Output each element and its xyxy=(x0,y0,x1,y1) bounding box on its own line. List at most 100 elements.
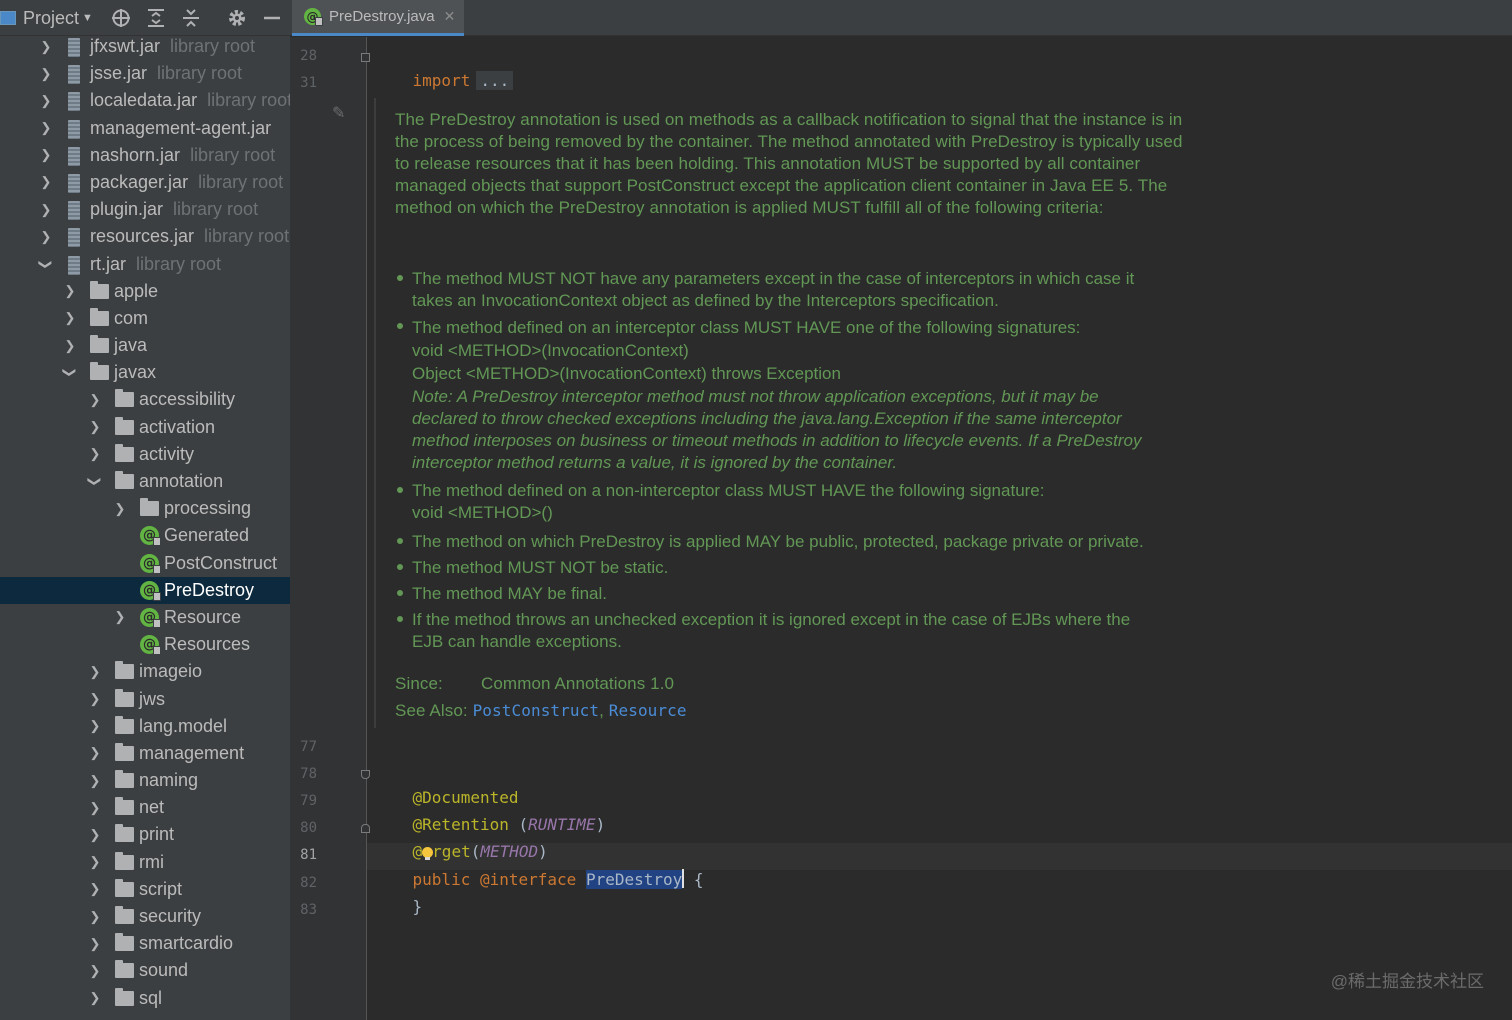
tree-item-com[interactable]: ❯ com xyxy=(0,305,290,332)
editor-area: @ PreDestroy.java ✕ 28 31 ✎ 77 78 79 80 … xyxy=(290,0,1512,1020)
tree-item-imageio[interactable]: ❯ imageio xyxy=(0,658,290,685)
tree-item-text: management-agent.jar xyxy=(90,115,271,142)
tree-item-annotation[interactable]: ❯ annotation xyxy=(0,468,290,495)
folder-icon xyxy=(115,933,134,952)
tree-item-apple[interactable]: ❯ apple xyxy=(0,278,290,305)
fold-marker-icon[interactable] xyxy=(361,824,370,833)
code-line-80[interactable]: @ rget(METHOD) xyxy=(374,816,548,861)
chevron-right-icon[interactable]: ❯ xyxy=(62,332,78,359)
tree-item-management[interactable]: ❯ management xyxy=(0,740,290,767)
chevron-right-icon[interactable]: ❯ xyxy=(87,441,103,468)
tree-item-resources[interactable]: @ Resources xyxy=(0,631,290,658)
tree-item-java[interactable]: ❯ java xyxy=(0,332,290,359)
tree-item-label: activity xyxy=(139,443,195,464)
tree-item-print[interactable]: ❯ print xyxy=(0,821,290,848)
tree-item-sound[interactable]: ❯ sound xyxy=(0,957,290,984)
chevron-right-icon[interactable]: ❯ xyxy=(87,985,103,1012)
collapse-all-icon[interactable] xyxy=(182,0,200,36)
chevron-right-icon[interactable]: ❯ xyxy=(87,767,103,794)
tree-item-resource[interactable]: ❯ @ Resource xyxy=(0,604,290,631)
tree-item-nashorn-jar[interactable]: ❯ nashorn.jar library root xyxy=(0,142,290,169)
chevron-down-icon[interactable]: ❯ xyxy=(33,256,60,272)
tree-item-resources-jar[interactable]: ❯ resources.jar library root xyxy=(0,223,290,250)
chevron-right-icon[interactable]: ❯ xyxy=(38,196,54,223)
tree-item-text: Generated xyxy=(164,522,249,549)
expand-all-icon[interactable] xyxy=(147,0,165,36)
code-line-78[interactable]: @Documented xyxy=(374,762,519,807)
jar-icon xyxy=(68,228,80,248)
chevron-right-icon[interactable]: ❯ xyxy=(38,142,54,169)
tree-item-activation[interactable]: ❯ activation xyxy=(0,414,290,441)
chevron-right-icon[interactable]: ❯ xyxy=(87,414,103,441)
code-line-81[interactable]: public @interface PreDestroy { xyxy=(374,844,704,889)
fold-marker-icon[interactable] xyxy=(361,53,370,62)
tree-item-script[interactable]: ❯ script xyxy=(0,876,290,903)
doc-bullet-item: The method defined on a non-interceptor … xyxy=(412,480,1045,524)
chevron-right-icon[interactable]: ❯ xyxy=(87,740,103,767)
tree-item-label: activation xyxy=(139,416,216,437)
tree-item-lang-model[interactable]: ❯ lang.model xyxy=(0,713,290,740)
doc-link-postconstruct[interactable]: PostConstruct xyxy=(473,701,600,720)
chevron-right-icon[interactable]: ❯ xyxy=(38,169,54,196)
tree-item-smartcardio[interactable]: ❯ smartcardio xyxy=(0,930,290,957)
chevron-right-icon[interactable]: ❯ xyxy=(87,876,103,903)
tree-item-predestroy[interactable]: @ PreDestroy xyxy=(0,576,290,604)
chevron-right-icon[interactable]: ❯ xyxy=(87,658,103,685)
folded-imports[interactable]: ... xyxy=(476,71,514,90)
doc-link-resource[interactable]: Resource xyxy=(609,701,687,720)
chevron-right-icon[interactable]: ❯ xyxy=(87,957,103,984)
tree-item-security[interactable]: ❯ security xyxy=(0,903,290,930)
chevron-right-icon[interactable]: ❯ xyxy=(87,930,103,957)
close-icon[interactable]: ✕ xyxy=(444,8,456,25)
code-line-79[interactable]: @Retention (RUNTIME) xyxy=(374,789,606,834)
tree-item-management-agent-jar[interactable]: ❯ management-agent.jar xyxy=(0,115,290,142)
tree-item-localedata-jar[interactable]: ❯ localedata.jar library root xyxy=(0,87,290,114)
chevron-right-icon[interactable]: ❯ xyxy=(87,386,103,413)
tree-item-rmi[interactable]: ❯ rmi xyxy=(0,849,290,876)
chevron-right-icon[interactable]: ❯ xyxy=(62,305,78,332)
tree-item-javax[interactable]: ❯ javax xyxy=(0,359,290,386)
tree-item-naming[interactable]: ❯ naming xyxy=(0,767,290,794)
chevron-right-icon[interactable]: ❯ xyxy=(112,495,128,522)
tree-item-net[interactable]: ❯ net xyxy=(0,794,290,821)
tree-item-jsse-jar[interactable]: ❯ jsse.jar library root xyxy=(0,60,290,87)
chevron-right-icon[interactable]: ❯ xyxy=(62,278,78,305)
doc-note: Note: A PreDestroy interceptor method mu… xyxy=(412,386,1142,474)
editor-tab-predestroy[interactable]: @ PreDestroy.java ✕ xyxy=(292,0,464,36)
chevron-right-icon[interactable]: ❯ xyxy=(38,60,54,87)
locate-file-icon[interactable] xyxy=(111,0,131,36)
chevron-right-icon[interactable]: ❯ xyxy=(87,713,103,740)
chevron-down-icon[interactable]: ❯ xyxy=(82,474,109,490)
tree-item-sql[interactable]: ❯ sql xyxy=(0,985,290,1012)
tree-item-accessibility[interactable]: ❯ accessibility xyxy=(0,386,290,413)
chevron-right-icon[interactable]: ❯ xyxy=(87,903,103,930)
tree-item-processing[interactable]: ❯ processing xyxy=(0,495,290,522)
folder-icon xyxy=(115,661,134,680)
tree-item-postconstruct[interactable]: @ PostConstruct xyxy=(0,550,290,577)
chevron-right-icon[interactable]: ❯ xyxy=(87,686,103,713)
chevron-right-icon[interactable]: ❯ xyxy=(38,115,54,142)
gear-icon[interactable] xyxy=(227,0,247,36)
chevron-right-icon[interactable]: ❯ xyxy=(87,821,103,848)
tree-item-plugin-jar[interactable]: ❯ plugin.jar library root xyxy=(0,196,290,223)
tree-item-activity[interactable]: ❯ activity xyxy=(0,441,290,468)
fold-marker-icon[interactable] xyxy=(361,770,370,779)
chevron-right-icon[interactable]: ❯ xyxy=(112,604,128,631)
tree-item-packager-jar[interactable]: ❯ packager.jar library root xyxy=(0,169,290,196)
tree-item-generated[interactable]: @ Generated xyxy=(0,522,290,549)
tree-item-jfxswt-jar[interactable]: ❯ jfxswt.jar library root xyxy=(0,33,290,60)
code-line-import[interactable]: import... xyxy=(374,45,514,90)
code-line-82[interactable]: } xyxy=(374,871,423,916)
chevron-down-icon[interactable]: ❯ xyxy=(57,365,84,381)
tree-item-jws[interactable]: ❯ jws xyxy=(0,686,290,713)
hide-panel-icon[interactable] xyxy=(263,0,281,36)
tree-item-rt-jar[interactable]: ❯ rt.jar library root xyxy=(0,251,290,278)
chevron-right-icon[interactable]: ❯ xyxy=(87,794,103,821)
jar-icon xyxy=(68,146,80,166)
edit-doc-icon[interactable]: ✎ xyxy=(332,103,345,123)
chevron-right-icon[interactable]: ❯ xyxy=(38,87,54,114)
chevron-right-icon[interactable]: ❯ xyxy=(38,223,54,250)
chevron-right-icon[interactable]: ❯ xyxy=(87,849,103,876)
project-view-selector[interactable]: Project ▼ xyxy=(0,0,93,36)
chevron-right-icon[interactable]: ❯ xyxy=(38,33,54,60)
